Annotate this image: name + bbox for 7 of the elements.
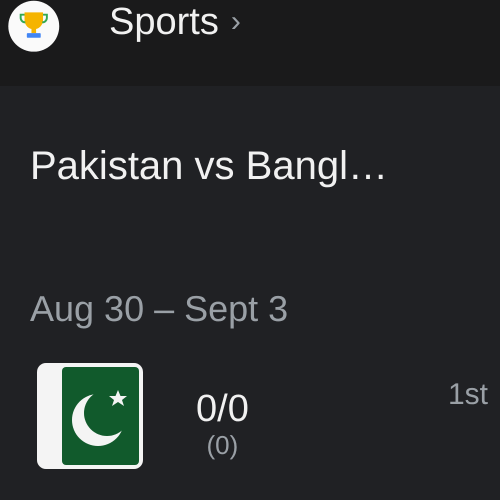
overs: (0) [206,430,238,460]
sports-link[interactable]: Sports › [109,0,241,46]
match-title: Pakistan vs Bangl… [30,143,389,189]
flag-icon [36,362,144,470]
score: 0/0 [196,388,249,430]
match-dates: Aug 30 – Sept 3 [30,288,290,330]
innings-label: 1st [448,378,488,412]
